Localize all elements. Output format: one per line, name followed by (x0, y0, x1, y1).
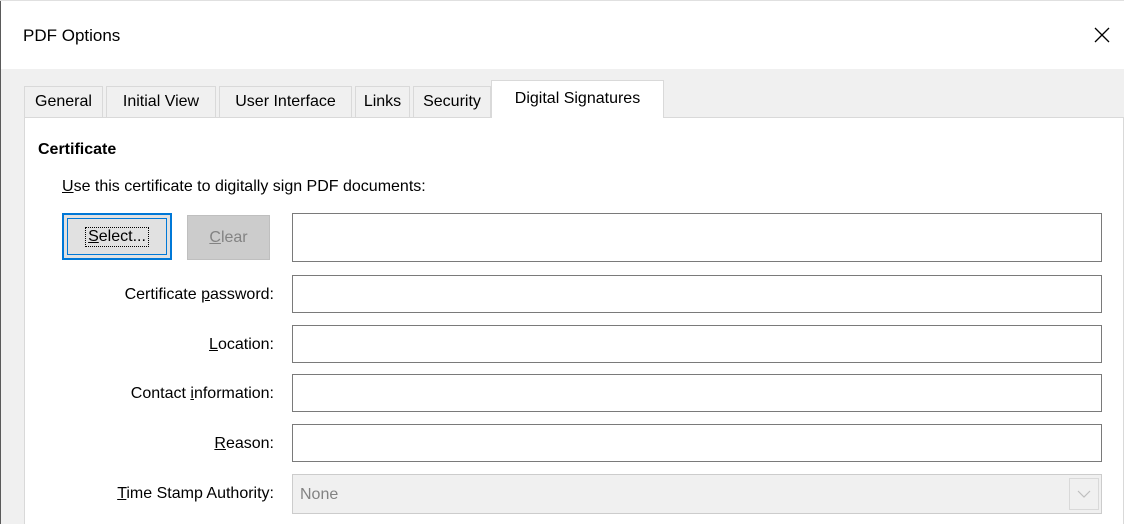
location-field[interactable] (292, 325, 1102, 363)
location-label: Location: (209, 335, 274, 355)
certificate-field[interactable] (292, 213, 1102, 262)
tab-security[interactable]: Security (413, 86, 491, 117)
reason-label: Reason: (214, 434, 274, 454)
tab-label: Links (363, 93, 402, 110)
tab-user-interface[interactable]: User Interface (219, 86, 352, 117)
close-icon (1093, 26, 1111, 44)
tab-links[interactable]: Links (355, 86, 410, 117)
mnemonic: R (214, 435, 226, 452)
tab-general[interactable]: General (24, 86, 103, 117)
select-button-label: Select... (85, 226, 149, 247)
clear-button-label: Clear (209, 228, 247, 248)
contact-information-field[interactable] (292, 374, 1102, 412)
close-button[interactable] (1079, 15, 1124, 55)
label-text: ocation: (217, 336, 274, 353)
label-text: assword: (209, 286, 274, 303)
contact-information-label: Contact information: (131, 384, 274, 404)
select-button[interactable]: Select... (62, 213, 172, 260)
pdf-options-dialog: PDF Options General Initial View User In… (0, 0, 1124, 524)
dropdown-selected-value: None (300, 486, 339, 503)
select-button-focus: Select... (67, 218, 167, 255)
mnemonic: L (209, 336, 218, 353)
tab-label: User Interface (235, 93, 336, 110)
label-text: elect... (98, 227, 146, 245)
mnemonic: S (88, 227, 99, 245)
chevron-down-icon (1077, 485, 1091, 503)
certificate-password-label: Certificate password: (125, 285, 274, 305)
tab-digital-signatures[interactable]: Digital Signatures (491, 80, 664, 118)
label-text: lear (220, 228, 248, 246)
tab-label: Security (423, 93, 481, 110)
mnemonic: T (117, 485, 127, 502)
certificate-password-field[interactable] (292, 275, 1102, 313)
section-title-certificate: Certificate (38, 141, 117, 158)
mnemonic: p (201, 286, 210, 303)
label-text: eason: (225, 435, 274, 452)
window-title: PDF Options (23, 26, 121, 45)
reason-field[interactable] (292, 424, 1102, 462)
label-text: Certificate (124, 286, 202, 303)
label-text: ime Stamp Authority: (126, 485, 274, 502)
tab-label: General (35, 93, 92, 110)
dropdown-toggle[interactable] (1069, 478, 1099, 510)
clear-button[interactable]: Clear (187, 215, 270, 260)
label-text: nformation: (193, 385, 274, 402)
use-certificate-label: Use this certificate to digitally sign P… (62, 177, 426, 197)
time-stamp-authority-label: Time Stamp Authority: (117, 484, 274, 504)
label-text: se this certificate to digitally sign PD… (73, 178, 426, 195)
mnemonic: C (209, 228, 221, 246)
tab-label: Digital Signatures (514, 90, 641, 107)
window-left-border (0, 0, 1, 524)
time-stamp-authority-dropdown[interactable]: None (292, 474, 1102, 514)
tab-initial-view[interactable]: Initial View (106, 86, 216, 117)
tab-label: Initial View (122, 93, 200, 110)
label-text: Contact (130, 385, 191, 402)
title-bar[interactable]: PDF Options (1, 1, 1124, 69)
mnemonic: U (62, 178, 74, 195)
